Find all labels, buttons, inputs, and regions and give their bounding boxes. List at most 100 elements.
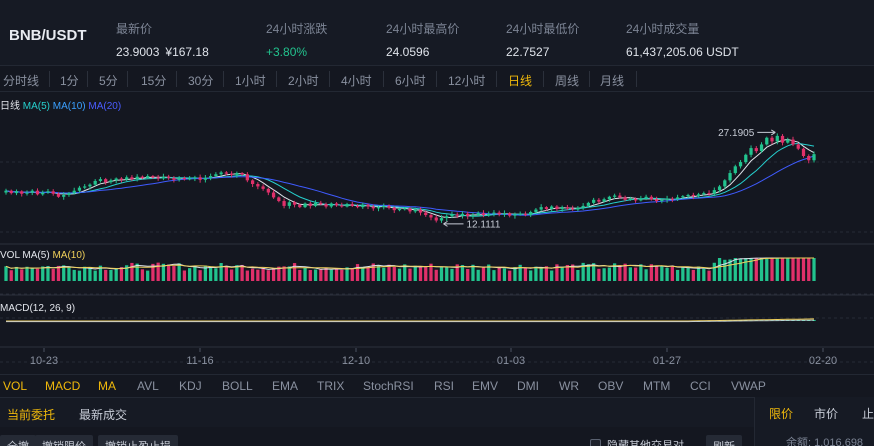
tab-current-orders[interactable]: 当前委托 (7, 406, 55, 423)
candle-body (72, 190, 76, 194)
indicator-rsi[interactable]: RSI (434, 379, 454, 393)
volume-bars (4, 258, 816, 281)
candle-body (277, 197, 281, 202)
volume-bar (796, 258, 800, 281)
candle-body (565, 207, 570, 209)
volume-bar (392, 266, 396, 281)
indicator-trix[interactable]: TRIX (317, 379, 344, 393)
candle-body (245, 174, 249, 181)
indicator-bar: VOL MACD MA AVL KDJ BOLL EMA TRIX StochR… (0, 374, 874, 396)
volume-bar (560, 267, 564, 281)
interval-15m[interactable]: 15分 (141, 72, 166, 89)
interval-1d[interactable]: 日线 (508, 72, 532, 89)
tab-limit-order[interactable]: 限价 (769, 405, 793, 422)
indicator-vol[interactable]: VOL (3, 379, 27, 393)
candle-body (807, 156, 811, 161)
candle-body (518, 213, 522, 215)
interval-5m[interactable]: 5分 (99, 72, 118, 89)
indicator-boll[interactable]: BOLL (222, 379, 253, 393)
candle-body (780, 135, 785, 143)
interval-2h[interactable]: 2小时 (288, 72, 319, 89)
candle-body (612, 195, 617, 197)
tab-stop-order[interactable]: 止 (862, 405, 874, 422)
candle-body (707, 193, 711, 195)
candle-body (219, 172, 223, 175)
candle-body (539, 207, 543, 210)
trading-pair[interactable]: BNB/USDT (9, 27, 87, 44)
candle-body (25, 192, 29, 194)
x-tick-label: 10-23 (30, 355, 58, 367)
change-stat: 24小时涨跌 +3.80% (266, 20, 327, 59)
candle-body (334, 203, 339, 206)
candle-body (224, 172, 228, 174)
interval-4h[interactable]: 4小时 (341, 72, 372, 89)
candle-body (292, 202, 297, 205)
indicator-avl[interactable]: AVL (137, 379, 159, 393)
volume-bar (224, 265, 228, 281)
candle-body (382, 205, 386, 208)
volume-bar (219, 263, 223, 281)
high-stat: 24小时最高价 24.0596 (386, 20, 459, 59)
hide-other-checkbox[interactable] (590, 439, 601, 446)
indicator-ma[interactable]: MA (98, 379, 116, 393)
indicator-obv[interactable]: OBV (598, 379, 623, 393)
volume-bar (445, 267, 449, 281)
indicator-kdj[interactable]: KDJ (179, 379, 202, 393)
volume-bar (355, 264, 360, 281)
candle-body (571, 208, 575, 210)
tab-market-order[interactable]: 市价 (814, 405, 838, 422)
candle-body (182, 177, 187, 180)
volume-bar (633, 267, 638, 281)
cancel-limit-button[interactable]: 撤销限价 (35, 435, 93, 446)
candle-body (350, 204, 354, 206)
interval-1h[interactable]: 1小时 (235, 72, 266, 89)
interval-1m[interactable]: 1分 (60, 72, 79, 89)
balance-text: 余额: 1.016.698 (786, 437, 864, 446)
candle-body (376, 207, 381, 209)
refresh-button[interactable]: 刷新 (706, 435, 742, 446)
indicator-cci[interactable]: CCI (690, 379, 711, 393)
candle-body (9, 190, 13, 194)
legend-main-prefix: 日线 (0, 101, 20, 112)
cancel-stop-button[interactable]: 撤销止盈止损 (98, 435, 178, 446)
volume-bar (156, 262, 160, 281)
candle-body (198, 177, 202, 180)
candle-body (502, 213, 507, 215)
kline-svg[interactable]: 27.1905 12.1111 10-23 11-16 12-10 01-03 01-27… (0, 92, 874, 374)
cancel-all-button[interactable]: 全撤 (0, 435, 36, 446)
interval-timeline[interactable]: 分时线 (3, 72, 39, 89)
indicator-dmi[interactable]: DMI (517, 379, 539, 393)
interval-6h[interactable]: 6小时 (395, 72, 426, 89)
candle-body (654, 199, 659, 202)
candle-body (476, 213, 480, 216)
indicator-wr[interactable]: WR (559, 379, 579, 393)
kline-chart[interactable]: 27.1905 12.1111 10-23 11-16 12-10 01-03 01-27… (0, 92, 874, 374)
indicator-vwap[interactable]: VWAP (731, 379, 766, 393)
indicator-mtm[interactable]: MTM (643, 379, 670, 393)
interval-30m[interactable]: 30分 (188, 72, 213, 89)
indicator-ema[interactable]: EMA (272, 379, 298, 393)
volume-bar (51, 268, 55, 281)
candle-body (717, 186, 722, 191)
indicator-emv[interactable]: EMV (472, 379, 498, 393)
interval-12h[interactable]: 12小时 (448, 72, 485, 89)
volume-bar (350, 268, 354, 281)
interval-1w[interactable]: 周线 (555, 72, 579, 89)
interval-1M[interactable]: 月线 (600, 72, 624, 89)
candle-body (812, 154, 816, 161)
volume-bar (807, 258, 811, 281)
tab-latest-trades[interactable]: 最新成交 (79, 406, 127, 423)
candle-body (355, 205, 360, 208)
candle-body (20, 191, 24, 194)
candle-body (366, 204, 370, 207)
volume-bar (434, 269, 438, 281)
indicator-macd[interactable]: MACD (45, 379, 80, 393)
last-price-stat: 最新价 23.9003 ¥167.18 (116, 20, 209, 59)
candle-body (392, 207, 396, 211)
candle-body (471, 215, 475, 217)
candle-body (775, 135, 779, 142)
macd-legend: MACD(12, 26, 9) (0, 303, 75, 314)
volume-bar (508, 270, 512, 281)
candle-body (481, 213, 486, 216)
indicator-stochrsi[interactable]: StochRSI (363, 379, 414, 393)
